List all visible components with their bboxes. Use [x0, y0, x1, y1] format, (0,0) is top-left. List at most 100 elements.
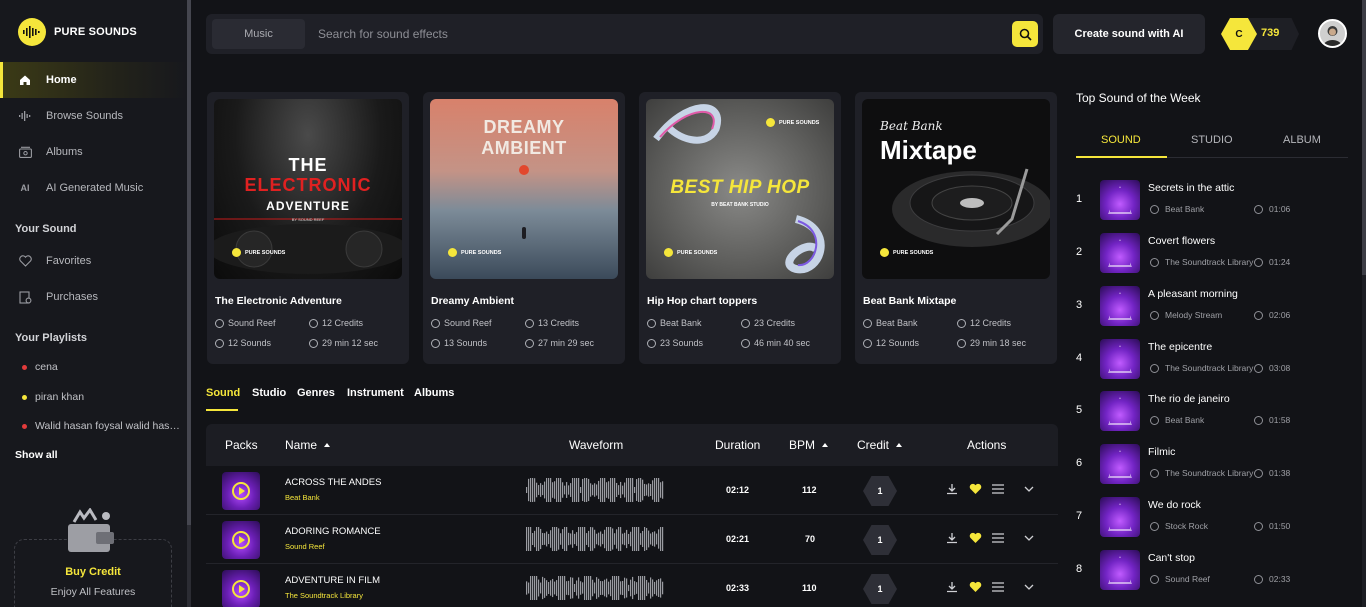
row-artist[interactable]: The Soundtrack Library — [285, 591, 363, 600]
top-sound-thumb[interactable] — [1100, 391, 1140, 431]
row-artist[interactable]: Beat Bank — [285, 493, 320, 502]
menu-icon[interactable] — [991, 531, 1005, 545]
waveform-bar — [632, 478, 634, 502]
favorite-heart-icon[interactable] — [968, 482, 982, 496]
col-credit[interactable]: Credit — [857, 438, 903, 452]
search-button[interactable] — [1012, 21, 1038, 47]
nav-ai-music[interactable]: AI AI Generated Music — [0, 170, 187, 206]
waveform-bar — [628, 533, 630, 545]
chevron-down-icon[interactable] — [1022, 580, 1036, 594]
credit-balance[interactable]: C 739 — [1221, 18, 1299, 50]
tab-top-sound[interactable]: SOUND — [1101, 134, 1141, 146]
top-sound-item[interactable]: 4 The epicentre The Soundtrack Library 03:0… — [1076, 339, 1348, 391]
top-sound-thumb[interactable] — [1100, 233, 1140, 273]
nav-purchases[interactable]: Purchases — [0, 279, 187, 315]
menu-icon[interactable] — [991, 580, 1005, 594]
heart-icon — [18, 254, 32, 268]
nav-browse-sounds[interactable]: Browse Sounds — [0, 98, 187, 134]
play-button[interactable] — [222, 570, 260, 607]
pack-card[interactable]: Beat Bank Mixtape PURE SOUNDS Beat Bank … — [855, 92, 1057, 364]
cover-badge-label: PURE SOUNDS — [779, 119, 820, 126]
tab-instrument[interactable]: Instrument — [347, 387, 404, 399]
tab-genres[interactable]: Genres — [297, 387, 335, 399]
show-all-link[interactable]: Show all — [15, 449, 58, 461]
top-sound-thumb[interactable] — [1100, 339, 1140, 379]
nav-home[interactable]: Home — [0, 62, 187, 98]
waveform-bar — [526, 527, 528, 551]
top-sound-thumb[interactable] — [1100, 180, 1140, 220]
favorite-heart-icon[interactable] — [968, 531, 982, 545]
waveform-bar — [586, 533, 588, 545]
waveform-bar — [566, 482, 568, 498]
pack-credits: 12 Credits — [957, 318, 1011, 328]
waveform-bar — [652, 532, 654, 546]
top-sound-item[interactable]: 3 A pleasant morning Melody Stream 02:06 — [1076, 286, 1348, 338]
clock-icon — [1254, 257, 1263, 267]
col-name[interactable]: Name — [285, 438, 331, 452]
create-sound-ai-button[interactable]: Create sound with AI — [1053, 14, 1205, 54]
play-button[interactable] — [222, 472, 260, 510]
waveform-bar — [612, 576, 614, 600]
top-sound-artist-label: The Soundtrack Library — [1165, 257, 1254, 267]
avatar[interactable] — [1318, 19, 1347, 48]
top-sound-thumb[interactable] — [1100, 286, 1140, 326]
sort-up-icon — [822, 443, 829, 447]
top-sound-thumb[interactable] — [1100, 444, 1140, 484]
waveform-bar — [582, 582, 584, 594]
top-sound-thumb[interactable] — [1100, 550, 1140, 590]
tab-top-studio[interactable]: STUDIO — [1191, 134, 1233, 146]
chevron-down-icon[interactable] — [1022, 531, 1036, 545]
waveform[interactable] — [526, 576, 664, 600]
top-sound-item[interactable]: 1 Secrets in the attic Beat Bank 01:06 — [1076, 180, 1348, 232]
sidebar-scroll-thumb[interactable] — [187, 0, 191, 525]
download-icon[interactable] — [945, 482, 959, 496]
top-sound-item[interactable]: 2 Covert flowers The Soundtrack Library 01:… — [1076, 233, 1348, 285]
download-icon[interactable] — [945, 531, 959, 545]
tab-top-album[interactable]: ALBUM — [1283, 134, 1321, 146]
favorite-heart-icon[interactable] — [968, 580, 982, 594]
col-bpm[interactable]: BPM — [789, 438, 829, 452]
table-row[interactable]: ADVENTURE IN FILM The Soundtrack Library… — [206, 564, 1058, 607]
nav-ai-label: AI Generated Music — [46, 182, 144, 194]
top-sound-item[interactable]: 7 We do rock Stock Rock 01:50 — [1076, 497, 1348, 549]
triangle-art-icon — [1108, 397, 1132, 425]
waveform-bar — [628, 584, 630, 592]
top-sound-thumb[interactable] — [1100, 497, 1140, 537]
search-category-select[interactable]: Music — [212, 19, 305, 49]
playlist-item[interactable]: cena — [22, 361, 58, 373]
menu-icon[interactable] — [991, 482, 1005, 496]
pack-card[interactable]: BEST HIP HOP BY BEAT BANK STUDIO PURE SO… — [639, 92, 841, 364]
top-sound-item[interactable]: 5 The rio de janeiro Beat Bank 01:58 — [1076, 391, 1348, 443]
search-input[interactable] — [318, 23, 998, 45]
playlist-item[interactable]: piran khan — [22, 391, 84, 403]
waveform-bar — [610, 478, 612, 502]
pack-length: 29 min 12 sec — [309, 338, 378, 348]
waveform[interactable] — [526, 478, 664, 502]
waveform-bar — [590, 483, 592, 497]
table-row[interactable]: ACROSS THE ANDES Beat Bank 02:12 112 1 — [206, 466, 1058, 515]
waveform[interactable] — [526, 527, 664, 551]
play-button[interactable] — [222, 521, 260, 559]
pack-card[interactable]: THE ELECTRONIC ADVENTURE BY SOUND REEF P… — [207, 92, 409, 364]
playlist-item[interactable]: Walid hasan foysal walid has… — [22, 420, 180, 432]
chevron-down-icon[interactable] — [1022, 482, 1036, 496]
table-row[interactable]: ADORING ROMANCE Sound Reef 02:21 70 1 — [206, 515, 1058, 564]
top-sound-item[interactable]: 6 Filmic The Soundtrack Library 01:38 — [1076, 444, 1348, 496]
row-artist[interactable]: Sound Reef — [285, 542, 325, 551]
pack-sounds-label: 13 Sounds — [444, 338, 488, 348]
col-name-label: Name — [285, 438, 318, 452]
tab-albums[interactable]: Albums — [414, 387, 454, 399]
logo[interactable]: PURE SOUNDS — [18, 18, 137, 46]
nav-favorites[interactable]: Favorites — [0, 243, 187, 279]
nav-albums[interactable]: Albums — [0, 134, 187, 170]
pack-card[interactable]: DREAMY AMBIENT PURE SOUNDS Dreamy Ambien… — [423, 92, 625, 364]
download-icon[interactable] — [945, 580, 959, 594]
waveform-bar — [662, 581, 664, 595]
pack-title: Beat Bank Mixtape — [863, 295, 957, 307]
top-sound-item[interactable]: 8 Can't stop Sound Reef 02:33 — [1076, 550, 1348, 602]
tab-sound[interactable]: Sound — [206, 387, 240, 399]
page-scroll-thumb[interactable] — [1362, 0, 1366, 275]
waveform-bar — [526, 581, 528, 595]
waveform-bar — [558, 478, 560, 502]
tab-studio[interactable]: Studio — [252, 387, 286, 399]
